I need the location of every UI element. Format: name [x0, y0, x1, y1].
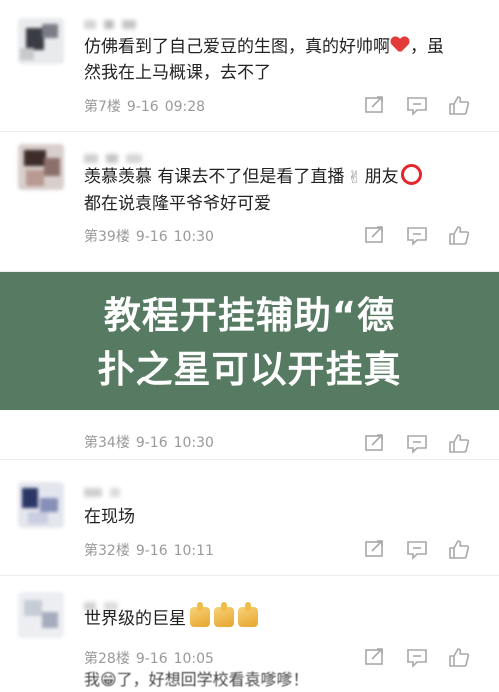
avatar[interactable] — [18, 592, 64, 638]
comment-icon[interactable] — [405, 432, 429, 454]
comment-actions — [343, 94, 483, 118]
floor-number: 第39楼 — [84, 229, 130, 245]
comment-item: 仿佛看到了自己爱豆的生图，真的好帅啊 ，虽 然我在上马概课，去不了 第7楼 9-16… — [0, 0, 499, 132]
comment-text: 世界级的巨星 — [84, 602, 469, 632]
share-icon[interactable] — [363, 224, 387, 246]
comment-date: 9-16 — [135, 543, 168, 559]
share-icon[interactable] — [363, 94, 387, 116]
avatar[interactable] — [18, 18, 64, 64]
comment-meta: 第34楼 9-16 10:30 — [84, 432, 220, 452]
comment-text: 羡慕羡慕 有课去不了但是看了直播 ✌ 朋友 都在说袁隆平爷爷好可爱 — [84, 164, 469, 217]
like-icon[interactable] — [447, 646, 471, 668]
username[interactable] — [84, 148, 150, 163]
comment-actions — [343, 646, 483, 670]
thumbs-up-icon — [238, 602, 258, 627]
comment-time: 10:11 — [173, 543, 214, 559]
floor-number: 第7楼 — [84, 99, 121, 115]
banner-line-1: 教程开挂辅助“德 — [103, 294, 396, 337]
comment-meta: 第7楼 9-16 09:28 — [84, 96, 211, 116]
like-icon[interactable] — [447, 224, 471, 246]
banner-line-2: 扑之星可以开挂真 — [97, 348, 402, 391]
comment-icon[interactable] — [405, 224, 429, 246]
comment-item: 在现场 第32楼 9-16 10:11 — [0, 460, 499, 576]
username[interactable] — [84, 14, 144, 29]
comment-icon[interactable] — [405, 646, 429, 668]
comment-item: 羡慕羡慕 有课去不了但是看了直播 ✌ 朋友 都在说袁隆平爷爷好可爱 第39楼 9-16… — [0, 132, 499, 272]
floor-number: 第34楼 — [84, 435, 130, 451]
like-icon[interactable] — [447, 432, 471, 454]
thumbs-up-icon — [190, 602, 210, 627]
comment-date: 9-16 — [135, 435, 168, 451]
comment-date: 9-16 — [135, 229, 168, 245]
avatar[interactable] — [18, 144, 64, 190]
username[interactable] — [84, 482, 128, 497]
share-icon[interactable] — [363, 646, 387, 668]
comment-text: 仿佛看到了自己爱豆的生图，真的好帅啊 ，虽 然我在上马概课，去不了 — [84, 37, 444, 83]
username[interactable] — [84, 596, 126, 611]
heart-icon — [391, 37, 409, 53]
thumbs-up-icon — [214, 602, 234, 627]
overlay-banner: 教程开挂辅助“德 扑之星可以开挂真 — [0, 272, 499, 410]
ok-hand-icon: ✌ — [347, 168, 362, 188]
comment-meta: 第28楼 9-16 10:05 — [84, 648, 220, 668]
share-icon[interactable] — [363, 432, 387, 454]
like-icon[interactable] — [447, 538, 471, 560]
like-icon[interactable] — [447, 94, 471, 116]
comment-date: 9-16 — [126, 99, 159, 115]
comment-actions — [343, 538, 483, 562]
comment-icon[interactable] — [405, 538, 429, 560]
circle-icon — [400, 164, 422, 185]
comment-time: 10:30 — [173, 229, 214, 245]
comment-item: 世界级的巨星 第28楼 9-16 10:05 — [0, 576, 499, 685]
comment-time: 10:30 — [173, 435, 214, 451]
comment-text: 在现场 — [84, 507, 135, 527]
floor-number: 第32楼 — [84, 543, 130, 559]
floor-number: 第28楼 — [84, 651, 130, 667]
comment-time: 09:28 — [164, 99, 206, 115]
comment-meta: 第39楼 9-16 10:30 — [84, 226, 220, 246]
comment-date: 9-16 — [135, 651, 168, 667]
avatar[interactable] — [18, 482, 64, 528]
comment-meta: 第32楼 9-16 10:11 — [84, 540, 220, 560]
share-icon[interactable] — [363, 538, 387, 560]
comment-actions — [343, 432, 483, 456]
comment-icon[interactable] — [405, 94, 429, 116]
comment-actions — [343, 224, 483, 248]
comment-time: 10:05 — [173, 651, 214, 667]
